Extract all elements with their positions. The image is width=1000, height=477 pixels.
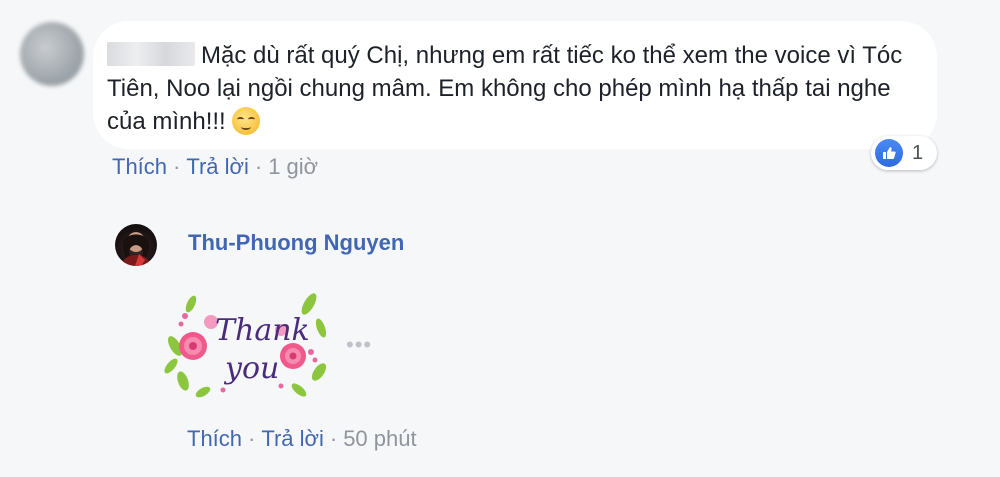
separator: · (254, 154, 263, 179)
reaction-count: 1 (912, 141, 924, 164)
like-link[interactable]: Thích (187, 426, 242, 452)
separator: · (173, 154, 181, 179)
thank-you-sticker-icon[interactable]: Thank you (163, 286, 331, 400)
comment-actions: Thích · Trả lời · 1 giờ (112, 154, 318, 180)
sticker-text-thank: Thank (215, 313, 310, 348)
comment-text: Mặc dù rất quý Chị, nhưng em rất tiếc ko… (107, 42, 903, 135)
reaction-summary[interactable]: 1 (871, 136, 937, 170)
like-link[interactable]: Thích (112, 154, 167, 180)
relieved-face-emoji-icon (231, 107, 260, 135)
reply-actions: Thích · Trả lời · 50 phút (187, 426, 417, 452)
more-options-icon[interactable]: ••• (346, 332, 372, 358)
reply-author-avatar[interactable] (115, 224, 157, 266)
reply-author-name[interactable]: Thu-Phuong Nguyen (188, 230, 404, 256)
separator: · (329, 426, 338, 451)
commenter-avatar[interactable] (20, 22, 84, 86)
reply-link[interactable]: Trả lời (261, 426, 324, 452)
separator: · (248, 426, 256, 451)
sticker-text-you: you (223, 351, 279, 386)
reply-timestamp[interactable]: 50 phút (343, 426, 416, 452)
comment-body: Mặc dù rất quý Chị, nhưng em rất tiếc ko… (107, 39, 913, 138)
commenter-name-redacted[interactable] (107, 42, 195, 66)
like-icon (875, 139, 903, 167)
comment-bubble: Mặc dù rất quý Chị, nhưng em rất tiếc ko… (93, 21, 937, 149)
reply-link[interactable]: Trả lời (186, 154, 249, 180)
comment-timestamp[interactable]: 1 giờ (268, 154, 318, 180)
